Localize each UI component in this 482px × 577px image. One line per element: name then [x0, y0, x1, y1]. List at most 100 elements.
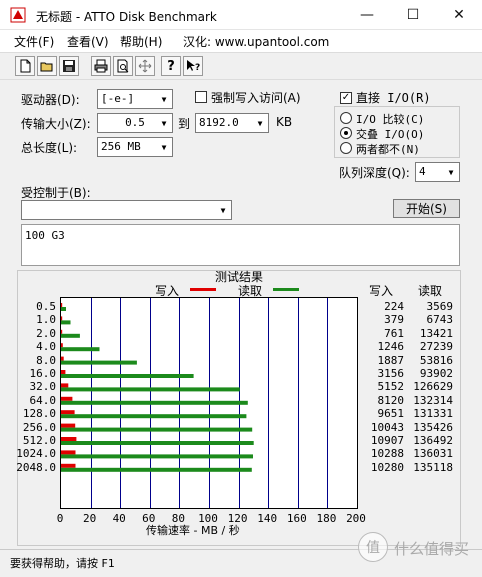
- read-value: 53816: [419, 353, 453, 367]
- start-button[interactable]: 开始(S): [393, 199, 460, 218]
- minimize-button[interactable]: —: [344, 0, 390, 30]
- chart-svg: [61, 298, 328, 508]
- column-write-header: 写入: [369, 284, 394, 298]
- x-tick-label: 200: [346, 512, 366, 525]
- radio-io-compare[interactable]: [340, 112, 352, 127]
- direct-io-label: 直接 I/O(R): [356, 91, 431, 105]
- y-tick-label: 32.0: [29, 380, 57, 394]
- total-length-label: 总长度(L):: [21, 141, 78, 155]
- y-tick-label: 16.0: [29, 367, 57, 380]
- y-tick-label: 1.0: [36, 313, 56, 327]
- read-value: 136492: [413, 434, 453, 447]
- read-bar: [61, 414, 247, 419]
- read-value: 6743: [426, 313, 454, 327]
- radio-overlap-label: 交叠 I/O(O): [356, 128, 425, 141]
- write-bar: [61, 356, 64, 361]
- write-value: 1246: [377, 340, 405, 354]
- menu-help[interactable]: 帮助(H): [120, 33, 162, 50]
- menu-file[interactable]: 文件(F): [14, 33, 54, 50]
- transfer-to-value: 8192.0: [199, 116, 239, 129]
- force-write-checkbox[interactable]: [195, 91, 207, 106]
- chevron-down-icon: ▼: [161, 94, 167, 104]
- read-value: 126629: [413, 380, 453, 394]
- window-title: 无标题 - ATTO Disk Benchmark: [36, 10, 217, 24]
- save-icon[interactable]: [59, 56, 79, 76]
- write-value: 8120: [377, 393, 405, 407]
- read-value: 3569: [426, 300, 454, 313]
- drive-value: [-e-]: [101, 92, 135, 105]
- chevron-down-icon: ▼: [161, 118, 167, 128]
- write-bar: [61, 343, 63, 348]
- read-bar: [61, 400, 248, 405]
- move-icon[interactable]: [135, 56, 155, 76]
- open-folder-icon[interactable]: [37, 56, 57, 76]
- read-bar: [61, 360, 137, 365]
- close-button[interactable]: ✕: [436, 0, 482, 30]
- chevron-down-icon: ▼: [161, 142, 167, 152]
- write-bar: [61, 410, 75, 415]
- read-value: 132314: [413, 393, 453, 407]
- read-bar: [61, 347, 100, 352]
- x-tick-label: 160: [286, 512, 307, 525]
- y-tick-label: 256.0: [22, 420, 56, 434]
- context-help-icon[interactable]: ?: [183, 56, 203, 76]
- y-tick-label: 512.0: [22, 434, 56, 447]
- read-bar: [61, 427, 253, 432]
- chart-plot-area: [60, 297, 358, 509]
- read-bar: [61, 467, 252, 472]
- description-textbox[interactable]: 100 G3: [21, 224, 460, 266]
- transfer-from-select[interactable]: 0.5 ▼: [97, 113, 173, 133]
- direct-io-checkbox[interactable]: ✓: [340, 90, 352, 104]
- radio-neither[interactable]: [340, 142, 352, 157]
- watermark-logo-icon: 值: [358, 532, 388, 562]
- chevron-down-icon: ▼: [220, 205, 226, 215]
- menu-localized-info[interactable]: 汉化: www.upantool.com: [183, 33, 329, 50]
- write-value: 10280: [370, 460, 404, 474]
- x-tick-label: 40: [112, 512, 126, 525]
- transfer-from-value: 0.5: [125, 116, 145, 129]
- write-value: 379: [384, 313, 404, 327]
- drive-select[interactable]: [-e-] ▼: [97, 89, 173, 109]
- write-value: 3156: [377, 367, 405, 380]
- force-write-label: 强制写入访问(A): [211, 91, 301, 105]
- status-text: 要获得帮助，请按 F1: [10, 557, 115, 570]
- maximize-button[interactable]: ☐: [390, 0, 436, 30]
- transfer-to-select[interactable]: 8192.0 ▼: [195, 113, 269, 133]
- x-tick-label: 0: [56, 512, 64, 525]
- new-file-icon[interactable]: [15, 56, 35, 76]
- print-icon[interactable]: [91, 56, 111, 76]
- to-label: 到: [178, 117, 191, 131]
- svg-text:?: ?: [195, 63, 200, 73]
- controlled-by-select[interactable]: ▼: [21, 200, 232, 220]
- y-tick-label: 2048.0: [16, 460, 56, 474]
- read-value: 13421: [419, 326, 453, 340]
- write-bar: [61, 450, 76, 455]
- write-value: 9651: [377, 407, 405, 421]
- y-tick-label: 0.5: [36, 300, 56, 313]
- radio-io-compare-label: I/O 比较(C): [356, 113, 425, 126]
- queue-depth-select[interactable]: 4 ▼: [415, 162, 460, 182]
- read-value: 135118: [413, 460, 453, 474]
- read-value: 131331: [413, 407, 453, 421]
- read-bar: [61, 441, 254, 445]
- drive-label: 驱动器(D):: [21, 93, 80, 107]
- app-icon: [10, 7, 26, 23]
- write-value: 1887: [377, 353, 405, 367]
- transfer-size-label: 传输大小(Z):: [21, 117, 91, 131]
- radio-overlap[interactable]: [340, 127, 352, 142]
- write-bar: [61, 437, 77, 441]
- y-tick-label: 1024.0: [16, 447, 56, 461]
- x-tick-label: 140: [257, 512, 278, 525]
- legend-write-swatch: [190, 288, 216, 291]
- x-axis-label: 传输速率 - MB / 秒: [146, 524, 240, 537]
- chevron-down-icon: ▼: [448, 167, 454, 177]
- print-preview-icon[interactable]: [113, 56, 133, 76]
- write-value: 224: [384, 300, 404, 313]
- write-bar: [61, 383, 69, 388]
- total-length-select[interactable]: 256 MB ▼: [97, 137, 173, 157]
- menu-view[interactable]: 查看(V): [67, 33, 109, 50]
- help-icon[interactable]: ?: [161, 56, 181, 76]
- radio-neither-label: 两者都不(N): [356, 143, 420, 156]
- write-value: 10907: [370, 434, 404, 447]
- read-bar: [61, 374, 194, 378]
